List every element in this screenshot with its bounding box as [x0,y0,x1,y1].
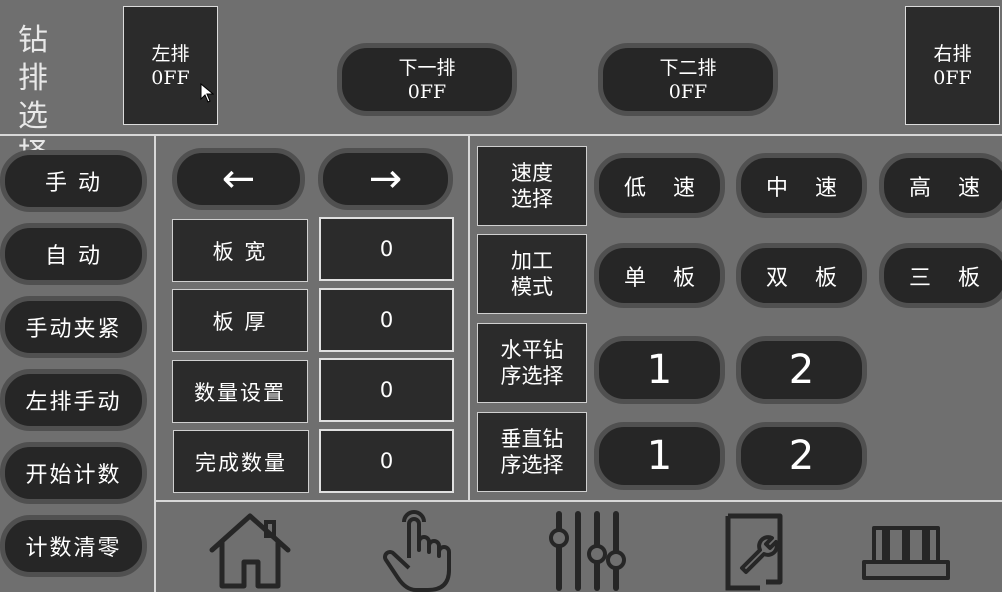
next-two-row-button[interactable]: 下二排 0FF [598,43,778,116]
mode-option-label: 双 板 [766,265,847,291]
param-value: 0 [379,237,394,261]
speed-mid-button[interactable]: 中 速 [736,153,867,218]
sidebar-item-label: 手动夹紧 [25,317,122,342]
arrow-left-button[interactable]: ← [172,148,305,210]
left-row-label: 左排 [151,42,190,65]
seq-option-label: 2 [788,347,815,393]
sidebar-item-label: 计数清零 [25,536,122,561]
speed-select-label: 速度 选择 [477,146,587,226]
horizontal-seq-2-button[interactable]: 2 [736,336,867,404]
quantity-setting-input[interactable]: 0 [319,358,454,422]
home-icon[interactable] [206,510,294,590]
speed-low-button[interactable]: 低 速 [594,153,725,218]
speed-option-label: 低 速 [624,175,705,201]
mode-option-label: 三 板 [909,265,990,291]
param-label: 板 宽 [212,239,268,264]
process-mode-line2: 模式 [511,275,553,299]
top-divider [0,134,1002,136]
sidebar-item-left-row-manual[interactable]: 左排手动 [0,369,147,431]
sidebar-item-label: 左排手动 [25,390,122,415]
left-divider [154,134,156,592]
mode-triple-button[interactable]: 三 板 [879,243,1002,308]
mouse-cursor-icon [200,83,214,103]
touch-hand-icon[interactable] [378,510,458,592]
speed-select-line1: 速度 [511,161,553,185]
mode-option-label: 单 板 [624,265,705,291]
right-row-label: 右排 [933,42,972,65]
seq-option-label: 2 [788,433,815,479]
board-thickness-input[interactable]: 0 [319,288,454,352]
settings-wrench-icon[interactable] [720,512,794,592]
speed-option-label: 高 速 [909,175,990,201]
arrow-left-icon: ← [221,156,256,202]
process-mode-label: 加工 模式 [477,234,587,314]
sliders-icon[interactable] [547,510,629,592]
vertical-seq-2-button[interactable]: 2 [736,422,867,490]
completed-quantity-label: 完成数量 [173,430,309,493]
mode-double-button[interactable]: 双 板 [736,243,867,308]
board-width-input[interactable]: 0 [319,217,454,281]
param-label: 完成数量 [195,450,287,475]
next-two-row-label: 下二排 [659,56,717,79]
horizontal-seq-label: 水平钻 序选择 [477,323,587,403]
left-row-state: 0FF [151,66,190,89]
mode-single-button[interactable]: 单 板 [594,243,725,308]
speed-option-label: 中 速 [766,175,847,201]
bottom-divider [154,500,1002,502]
arrow-right-button[interactable]: → [318,148,453,210]
next-row-state: 0FF [407,80,447,103]
sidebar-item-label: 自 动 [45,244,102,269]
seq-option-label: 1 [646,433,673,479]
param-value: 0 [379,449,394,473]
next-row-button[interactable]: 下一排 0FF [337,43,517,116]
vertical-seq-label: 垂直钻 序选择 [477,412,587,492]
sidebar-item-auto[interactable]: 自 动 [0,223,147,285]
param-label: 数量设置 [194,380,286,405]
seq-option-label: 1 [646,347,673,393]
right-row-button[interactable]: 右排 0FF [905,6,1000,125]
row-select-title-line1: 钻 排 [18,23,62,96]
board-width-label: 板 宽 [172,219,308,282]
mid-divider [468,134,470,502]
speed-select-line2: 选择 [511,187,553,211]
param-label: 板 厚 [212,309,268,334]
horizontal-seq-line2: 序选择 [500,364,564,388]
pallet-icon[interactable] [860,520,952,582]
completed-quantity-input[interactable]: 0 [319,429,454,493]
sidebar-item-label: 手 动 [45,171,102,196]
sidebar-item-manual[interactable]: 手 动 [0,150,147,212]
sidebar-item-start-count[interactable]: 开始计数 [0,442,147,504]
row-select-title: 钻 排 选 择 [18,22,108,172]
vertical-seq-line1: 垂直钻 [500,427,564,451]
next-two-row-state: 0FF [668,80,708,103]
right-row-state: 0FF [933,66,972,89]
board-thickness-label: 板 厚 [172,289,308,352]
left-row-button[interactable]: 左排 0FF [123,6,218,125]
horizontal-seq-line1: 水平钻 [500,338,564,362]
sidebar-item-label: 开始计数 [25,463,122,488]
arrow-right-icon: → [368,156,403,202]
sidebar-item-reset-count[interactable]: 计数清零 [0,515,147,577]
quantity-setting-label: 数量设置 [172,360,308,423]
param-value: 0 [379,378,394,402]
vertical-seq-line2: 序选择 [500,453,564,477]
process-mode-line1: 加工 [511,249,553,273]
param-value: 0 [379,308,394,332]
horizontal-seq-1-button[interactable]: 1 [594,336,725,404]
vertical-seq-1-button[interactable]: 1 [594,422,725,490]
speed-high-button[interactable]: 高 速 [879,153,1002,218]
sidebar-item-manual-clamp[interactable]: 手动夹紧 [0,296,147,358]
next-row-label: 下一排 [398,56,456,79]
